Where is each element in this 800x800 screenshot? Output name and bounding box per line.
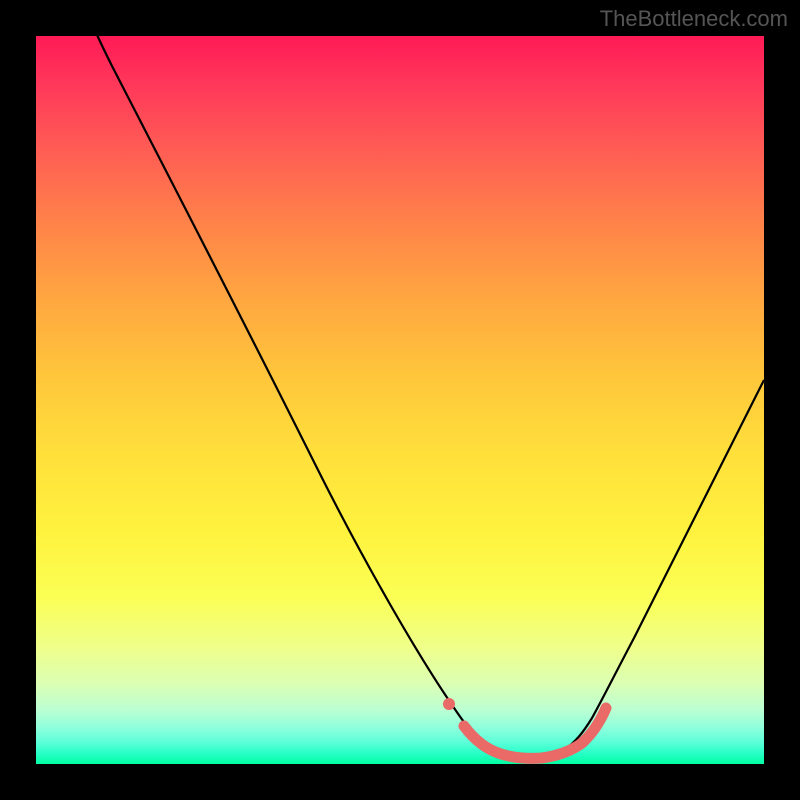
curve-layer: [36, 36, 764, 764]
watermark-text: TheBottleneck.com: [600, 6, 788, 32]
chart-container: TheBottleneck.com: [0, 0, 800, 800]
optimal-band-line: [464, 708, 606, 758]
plot-area: [36, 36, 764, 764]
bottleneck-curve: [82, 0, 764, 758]
optimal-marker-dot: [443, 698, 455, 710]
